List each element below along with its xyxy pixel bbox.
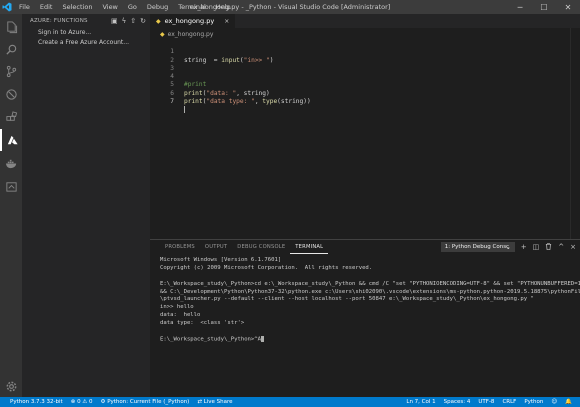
chevron-down-icon: ⌄ (505, 244, 511, 251)
menu-debug[interactable]: Debug (142, 0, 173, 14)
activity-bar (0, 14, 22, 397)
docker-icon[interactable] (0, 152, 22, 174)
explorer-icon[interactable] (0, 16, 22, 38)
line-number: 7 (170, 98, 174, 106)
terminal-line: Microsoft Windows [Version 6.1.7601] (160, 257, 282, 263)
notifications-bell-icon[interactable]: 🔔 (561, 397, 576, 407)
menu-bar: File Edit Selection View Go Debug Termin… (14, 0, 236, 14)
new-terminal-icon[interactable]: + (521, 243, 527, 251)
cursor-position-status[interactable]: Ln 7, Col 1 (402, 397, 439, 407)
terminal-select[interactable]: 1: Python Debug Consc ⌄ (440, 242, 515, 252)
code-line: 4 #print (150, 65, 580, 88)
breadcrumb-python-icon: ◆ (160, 30, 165, 38)
title-bar: File Edit Selection View Go Debug Termin… (0, 0, 580, 14)
window-controls: ─ ☐ ✕ (508, 0, 580, 14)
vscode-logo-icon (0, 0, 14, 14)
terminal-line: data: hello (160, 312, 201, 319)
breadcrumb-file[interactable]: ex_hongong.py (168, 31, 214, 38)
refresh-icon[interactable]: ↻ (140, 17, 146, 25)
menu-selection[interactable]: Selection (57, 0, 97, 14)
terminal-line: \ptvsd_launcher.py --default --client --… (160, 296, 534, 303)
create-function-icon[interactable]: ϟ (122, 17, 127, 25)
editor-tab[interactable]: ◆ ex_hongong.py × (150, 14, 236, 28)
menu-help[interactable]: Help (211, 0, 236, 14)
debug-icon[interactable] (0, 83, 22, 105)
editor-area: ◆ ex_hongong.py × ◆ ex_hongong.py 1 stri… (150, 14, 580, 239)
editor-tab-label: ex_hongong.py (164, 17, 215, 25)
code-line: 1 string = input("in>> ") (150, 40, 580, 63)
source-control-icon[interactable] (0, 60, 22, 82)
create-azure-account-link[interactable]: Create a Free Azure Account... (22, 38, 150, 48)
code-text: (string)) (277, 98, 311, 106)
deploy-icon[interactable]: ⇧ (130, 17, 136, 25)
indentation-status[interactable]: Spaces: 4 (440, 397, 475, 407)
maximize-panel-icon[interactable]: ^ (558, 243, 564, 251)
panel-actions: 1: Python Debug Consc ⌄ + ◫ ^ × (440, 241, 576, 253)
azure-icon[interactable] (0, 129, 22, 151)
terminal-prompt: E:\_Workspace_study\_Python>^A (160, 336, 262, 343)
status-right: Ln 7, Col 1 Spaces: 4 UTF-8 CRLF Python … (402, 397, 576, 407)
minimize-button[interactable]: ─ (508, 0, 532, 14)
code-line: 6 print("data type: ", type(string)) (150, 81, 580, 105)
terminal-line: && C:\_Development\Python\Python37-32\py… (160, 288, 580, 295)
sidebar-actions: ▣ ϟ ⇧ ↻ (111, 14, 146, 28)
code-string: "data type: " (206, 98, 255, 106)
terminal-prompt-line: E:\_Workspace_study\_Python>^A (160, 335, 580, 344)
menu-terminal[interactable]: Terminal (173, 0, 210, 14)
maximize-button[interactable]: ☐ (532, 0, 556, 14)
menu-edit[interactable]: Edit (35, 0, 58, 14)
encoding-status[interactable]: UTF-8 (474, 397, 498, 407)
live-share-status[interactable]: ⇄ Live Share (193, 397, 236, 407)
problems-status[interactable]: ⊗ 0 ⚠ 0 (67, 397, 97, 407)
breadcrumb: ◆ ex_hongong.py (150, 28, 580, 40)
python-interpreter-status[interactable]: Python 3.7.3 32-bit (6, 397, 67, 407)
bottom-panel: PROBLEMS OUTPUT DEBUG CONSOLE TERMINAL 1… (150, 239, 580, 397)
terminal-select-value: 1: Python Debug Consc (444, 244, 510, 250)
status-left: Python 3.7.3 32-bit ⊗ 0 ⚠ 0 ⚙ Python: Cu… (0, 397, 237, 407)
feedback-icon[interactable]: ☺ (547, 397, 561, 407)
code-line: 3 (150, 57, 580, 72)
terminal-output[interactable]: Microsoft Windows [Version 6.1.7601] Cop… (150, 254, 580, 344)
remote-explorer-icon[interactable] (0, 175, 22, 197)
tab-output[interactable]: OUTPUT (200, 240, 232, 254)
tab-problems[interactable]: PROBLEMS (160, 240, 200, 254)
code-function: type (262, 98, 278, 106)
search-icon[interactable] (0, 38, 22, 60)
code-line: 5 print("data: ", string) (150, 73, 580, 96)
terminal-line: E:\_Workspace_study\_Python>cd e:\_Works… (160, 280, 580, 287)
kill-terminal-icon[interactable] (545, 242, 552, 252)
terminal-cursor (261, 335, 265, 342)
extensions-icon[interactable] (0, 106, 22, 128)
sign-in-azure-link[interactable]: Sign in to Azure... (22, 28, 150, 38)
close-tab-icon[interactable]: × (224, 18, 229, 25)
debug-config-status[interactable]: ⚙ Python: Current File (_Python) (97, 397, 194, 407)
terminal-line: data type: <class 'str'> (160, 320, 245, 327)
tab-terminal[interactable]: TERMINAL (290, 240, 329, 254)
sidebar: AZURE: FUNCTIONS ▣ ϟ ⇧ ↻ Sign in to Azur… (22, 14, 150, 397)
close-window-button[interactable]: ✕ (556, 0, 580, 14)
python-file-icon: ◆ (156, 17, 161, 25)
code-line-current: 7 (150, 90, 580, 114)
split-terminal-icon[interactable]: ◫ (533, 243, 540, 251)
line-ending-status[interactable]: CRLF (498, 397, 520, 407)
menu-view[interactable]: View (97, 0, 122, 14)
status-bar: Python 3.7.3 32-bit ⊗ 0 ⚠ 0 ⚙ Python: Cu… (0, 397, 580, 407)
language-mode-status[interactable]: Python (520, 397, 547, 407)
text-cursor (184, 106, 185, 114)
editor-scrollbar[interactable] (570, 28, 580, 239)
editor-tab-bar: ◆ ex_hongong.py × (150, 14, 580, 28)
code-editor[interactable]: 1 string = input("in>> ") 2 3 4 #print 5… (150, 40, 580, 114)
close-panel-icon[interactable]: × (570, 243, 576, 251)
create-project-icon[interactable]: ▣ (111, 17, 118, 25)
code-line: 2 (150, 48, 580, 64)
code-function: print (184, 98, 203, 106)
menu-file[interactable]: File (14, 0, 35, 14)
tab-debug-console[interactable]: DEBUG CONSOLE (232, 240, 290, 254)
terminal-line: in>> hello (160, 304, 194, 311)
terminal-line: Copyright (c) 2009 Microsoft Corporation… (160, 264, 373, 271)
menu-go[interactable]: Go (123, 0, 142, 14)
settings-gear-icon[interactable] (0, 375, 22, 397)
